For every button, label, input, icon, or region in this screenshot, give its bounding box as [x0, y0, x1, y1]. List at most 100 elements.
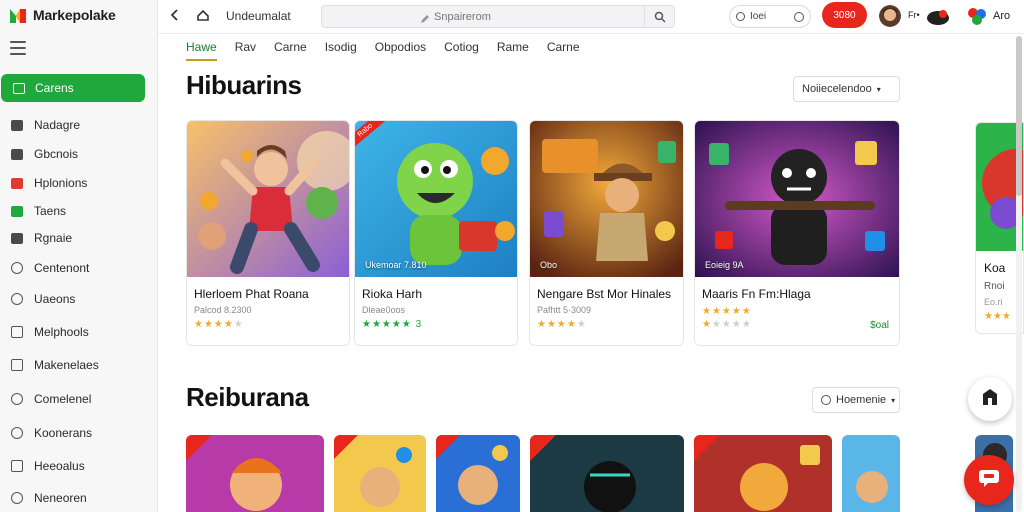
- filter-icon: [821, 395, 831, 405]
- card-overlay-text: Eoieig 9A: [705, 260, 744, 270]
- sidebar-item[interactable]: Comelenel: [10, 392, 91, 406]
- rating-stars: ★★★★★ 3: [362, 319, 423, 330]
- game-card[interactable]: Eoieig 9A Maaris Fn Fm:Hlaga ★★★★★ ★★★★★…: [694, 120, 900, 346]
- sidebar-item[interactable]: Hplonions: [10, 176, 87, 190]
- sort-dropdown[interactable]: Hoemenie ▾: [812, 387, 900, 413]
- user-label: Aro: [993, 10, 1011, 22]
- search-input[interactable]: [322, 6, 622, 27]
- pencil-icon: [420, 11, 430, 29]
- app-name: Markepolake: [33, 7, 116, 23]
- sidebar-item[interactable]: Gbcnois: [10, 147, 78, 161]
- search-bar: [321, 5, 675, 28]
- tab-home[interactable]: Hawe: [186, 40, 217, 61]
- sidebar-item[interactable]: Neneoren: [10, 491, 87, 505]
- book-icon: [10, 325, 24, 339]
- sidebar-item-label: Taens: [34, 204, 67, 218]
- sidebar-item[interactable]: Taens: [10, 204, 66, 218]
- cart-button[interactable]: 3080: [822, 2, 867, 28]
- rating-stars: ★★★★★: [194, 319, 244, 330]
- sidebar-item-label: Melphools: [34, 325, 89, 339]
- game-card[interactable]: [334, 435, 426, 512]
- game-card[interactable]: Rabo Ukemoar 7.810 Rioka Harh Dleae0oos …: [354, 120, 518, 346]
- sidebar-item[interactable]: Melphools: [10, 325, 89, 339]
- sidebar-item-label: Heeoalus: [34, 459, 85, 473]
- rating-stars: ★★★★★: [537, 319, 587, 330]
- sidebar-item-label: Koonerans: [34, 426, 93, 440]
- sidebar-item-label: Carens: [35, 81, 74, 95]
- tab-3[interactable]: Carne: [274, 40, 307, 61]
- sidebar-item[interactable]: Koonerans: [10, 426, 92, 440]
- card-subtitle: Rnoi: [984, 281, 1005, 292]
- sidebar-item-label: Makenelaes: [34, 358, 99, 372]
- location-label: Ioei: [750, 11, 767, 22]
- price-label: $oal: [870, 320, 889, 331]
- scrollbar[interactable]: [1016, 36, 1022, 512]
- compass-icon: [10, 426, 24, 440]
- hamburger-menu-icon[interactable]: [10, 41, 26, 55]
- gift-icon: [10, 176, 24, 190]
- back-arrow-icon[interactable]: [168, 8, 182, 25]
- card-subtitle: Pafhtt 5·3009: [537, 305, 592, 315]
- card-subtitle-2: Eo.ri: [984, 297, 1003, 307]
- grid-icon: [10, 459, 24, 473]
- clock-icon: [794, 11, 804, 22]
- page-title: Undeumalat: [226, 9, 291, 23]
- user-icon: [10, 491, 24, 505]
- sidebar-item[interactable]: Makenelaes: [10, 358, 99, 372]
- chat-icon: [978, 469, 1000, 492]
- chat-button[interactable]: [964, 455, 1014, 505]
- sort-label: Noiiecelendoo: [802, 83, 872, 95]
- sidebar-item[interactable]: Centenont: [10, 261, 89, 275]
- sidebar-item[interactable]: Heeoalus: [10, 459, 85, 473]
- sidebar-item[interactable]: Rgnaie: [10, 231, 72, 245]
- tab-7[interactable]: Rame: [497, 40, 529, 61]
- tab-5[interactable]: Obpodios: [375, 40, 426, 61]
- tag-icon: [10, 204, 24, 218]
- chevron-down-icon: ▾: [876, 84, 881, 94]
- grid-icon: [13, 82, 25, 94]
- sidebar-item[interactable]: Uaeons: [10, 292, 75, 306]
- card-title: Hlerloem Phat Roana: [194, 287, 309, 301]
- location-field[interactable]: Ioei: [729, 5, 811, 28]
- scrollbar-thumb[interactable]: [1016, 36, 1022, 196]
- category-tabs: Hawe Rav Carne Isodig Obpodios Cotiog Ra…: [186, 40, 598, 61]
- section-title: Hibuarins: [186, 70, 302, 100]
- game-card[interactable]: [436, 435, 520, 512]
- sidebar-item[interactable]: Nadagre: [10, 118, 80, 132]
- avatar[interactable]: [879, 5, 901, 27]
- store-icon: [980, 388, 1000, 411]
- home-icon[interactable]: [196, 8, 210, 25]
- game-avatar[interactable]: [926, 5, 950, 27]
- user-name: Fr•: [908, 10, 920, 20]
- game-card[interactable]: Hlerloem Phat Roana Palcod 8.2300 ★★★★★: [186, 120, 350, 346]
- card-subtitle: Dleae0oos: [362, 305, 406, 315]
- tab-8[interactable]: Carne: [547, 40, 580, 61]
- game-card[interactable]: [694, 435, 832, 512]
- game-card[interactable]: [842, 435, 900, 512]
- card-subtitle: Palcod 8.2300: [194, 305, 252, 315]
- profile-avatar[interactable]: [966, 5, 988, 27]
- folder-icon: [10, 231, 24, 245]
- box-icon: [10, 118, 24, 132]
- game-card[interactable]: [186, 435, 324, 512]
- store-button[interactable]: [968, 377, 1012, 421]
- brand[interactable]: Markepolake: [8, 5, 116, 25]
- card-overlay-text: Ukemoar 7.810: [365, 260, 427, 270]
- chevron-down-icon: ▾: [891, 395, 896, 405]
- tab-2[interactable]: Rav: [235, 40, 256, 61]
- game-card[interactable]: [530, 435, 684, 512]
- sidebar-item-label: Nadagre: [34, 118, 81, 132]
- rating-stars-secondary: ★★★★★: [702, 319, 752, 330]
- search-icon[interactable]: [644, 6, 674, 27]
- list-icon: [10, 358, 24, 372]
- sidebar-item-label: Gbcnois: [34, 147, 79, 161]
- sort-dropdown[interactable]: Noiiecelendoo ▾: [793, 76, 900, 102]
- sidebar-item-label: Rgnaie: [34, 231, 73, 245]
- game-card[interactable]: Obo Nengare Bst Mor Hinales Pafhtt 5·300…: [529, 120, 684, 346]
- game-thumbnail: [530, 121, 683, 277]
- tab-4[interactable]: Isodig: [325, 40, 357, 61]
- game-thumbnail: [187, 121, 349, 277]
- sidebar-item-active[interactable]: Carens: [1, 74, 145, 102]
- tab-6[interactable]: Cotiog: [444, 40, 479, 61]
- sidebar-item-label: Neneoren: [34, 491, 87, 505]
